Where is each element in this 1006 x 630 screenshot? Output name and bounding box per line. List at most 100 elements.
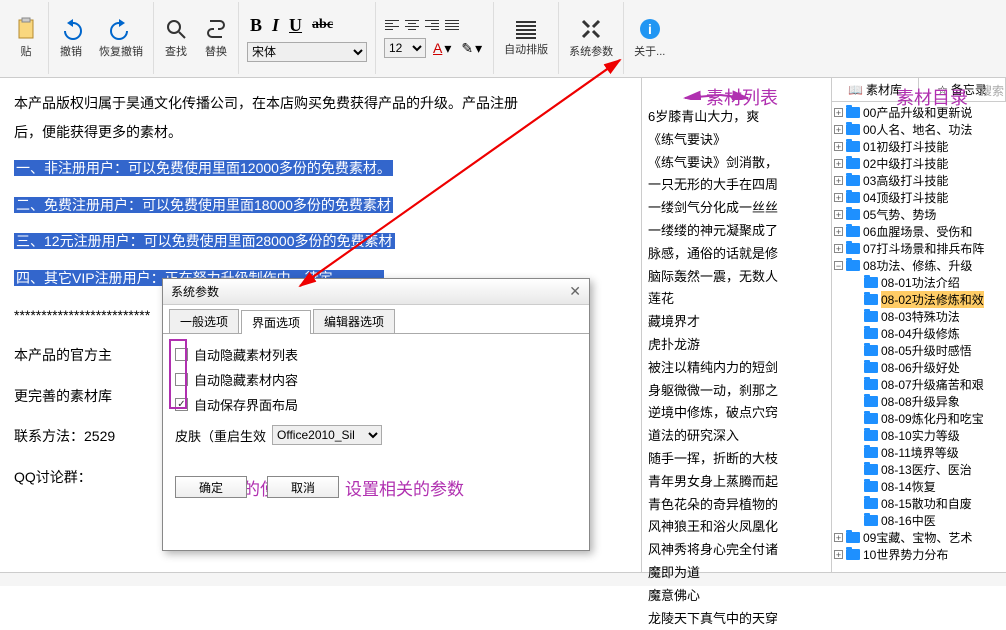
list-item[interactable]: 藏境界才	[642, 311, 831, 334]
tree-row[interactable]: +03高级打斗技能	[834, 172, 1004, 189]
list-item[interactable]: 《练气要诀》	[642, 129, 831, 152]
system-params-button[interactable]: 系统参数	[563, 15, 619, 61]
list-item[interactable]: 道法的研究深入	[642, 425, 831, 448]
tree-row[interactable]: 08-03特殊功法	[834, 308, 1004, 325]
expand-icon[interactable]: +	[834, 142, 843, 151]
list-item[interactable]: 随手一挥，折断的大枝	[642, 448, 831, 471]
list-item[interactable]: 青年男女身上蒸腾而起	[642, 471, 831, 494]
auto-layout-button[interactable]: 自动排版	[498, 17, 554, 59]
list-item[interactable]: 脑际轰然一震，无数人	[642, 266, 831, 289]
dialog-titlebar[interactable]: 系统参数 ✕	[163, 279, 589, 305]
align-justify-button[interactable]	[444, 18, 460, 32]
tree-row[interactable]: +07打斗场景和排兵布阵	[834, 240, 1004, 257]
expand-icon[interactable]: +	[834, 125, 843, 134]
font-family-select[interactable]: 宋体	[247, 42, 367, 62]
tab-general[interactable]: 一般选项	[169, 309, 239, 333]
highlight-color-button[interactable]: ✎▾	[458, 40, 485, 57]
list-item[interactable]: 青色花朵的奇异植物的	[642, 494, 831, 517]
tree-row[interactable]: 08-10实力等级	[834, 427, 1004, 444]
checkbox-hide-content[interactable]	[175, 373, 188, 386]
list-item[interactable]: 虎扑龙游	[642, 334, 831, 357]
font-size-select[interactable]: 12	[384, 38, 426, 58]
tree-row[interactable]: +10世界势力分布	[834, 546, 1004, 563]
tree-row[interactable]: 08-02功法修炼和效	[834, 291, 1004, 308]
strike-button[interactable]: abc	[309, 17, 336, 33]
list-item[interactable]: 风神狼王和浴火凤凰化	[642, 516, 831, 539]
undo-button[interactable]: 撤销	[53, 15, 89, 61]
list-item[interactable]: 脉感，通俗的话就是修	[642, 243, 831, 266]
tree-row[interactable]: 08-09炼化丹和吃宝	[834, 410, 1004, 427]
replace-button[interactable]: 替换	[198, 15, 234, 61]
list-item[interactable]: 莲花	[642, 288, 831, 311]
cancel-button[interactable]: 取消	[267, 476, 339, 498]
material-list[interactable]: 6岁膝青山大力，爽《练气要诀》《练气要诀》剑消散，一只无形的大手在四周一缕剑气分…	[642, 78, 831, 630]
tree-row[interactable]: 08-05升级时感悟	[834, 342, 1004, 359]
list-item[interactable]: 龙陵天下真气中的天穿	[642, 608, 831, 630]
paste-button[interactable]: 贴	[8, 15, 44, 61]
search-placeholder[interactable]: 搜索	[980, 82, 1004, 99]
tree-row[interactable]: +00人名、地名、功法	[834, 121, 1004, 138]
tree-row[interactable]: +09宝藏、宝物、艺术	[834, 529, 1004, 546]
list-item[interactable]: 被注以精纯内力的短剑	[642, 357, 831, 380]
tree-row[interactable]: 08-06升级好处	[834, 359, 1004, 376]
about-button[interactable]: i 关于...	[628, 15, 671, 61]
expand-icon[interactable]: +	[834, 244, 843, 253]
tree-label: 08-16中医	[881, 512, 936, 529]
tab-interface[interactable]: 界面选项	[241, 310, 311, 334]
list-item[interactable]: 《练气要诀》剑消散，	[642, 152, 831, 175]
expand-icon[interactable]: +	[834, 193, 843, 202]
material-tree[interactable]: +00产品升级和更新说+00人名、地名、功法+01初级打斗技能+02中级打斗技能…	[832, 102, 1006, 572]
list-item[interactable]: 一缕缕的神元凝聚成了	[642, 220, 831, 243]
align-center-button[interactable]	[404, 18, 420, 32]
expand-icon[interactable]: +	[834, 227, 843, 236]
tree-row[interactable]: 08-04升级修炼	[834, 325, 1004, 342]
checkbox-save-layout[interactable]: ✓	[175, 398, 188, 411]
list-item[interactable]: 身躯微微一动，刹那之	[642, 380, 831, 403]
tree-row[interactable]: 08-14恢复	[834, 478, 1004, 495]
folder-icon	[864, 481, 878, 492]
tree-label: 03高级打斗技能	[863, 172, 948, 189]
expand-icon[interactable]: +	[834, 176, 843, 185]
tree-row[interactable]: +05气势、势场	[834, 206, 1004, 223]
list-item[interactable]: 魔即为道	[642, 562, 831, 585]
tree-row[interactable]: 08-07升级痛苦和艰	[834, 376, 1004, 393]
font-color-button[interactable]: A▾	[430, 40, 454, 57]
expand-icon[interactable]: +	[834, 159, 843, 168]
tree-label: 08-09炼化丹和吃宝	[881, 410, 984, 427]
tree-row[interactable]: +02中级打斗技能	[834, 155, 1004, 172]
tab-editor[interactable]: 编辑器选项	[313, 309, 395, 333]
list-item[interactable]: 一只无形的大手在四周	[642, 174, 831, 197]
expand-icon[interactable]: −	[834, 261, 843, 270]
tree-row[interactable]: 08-08升级异象	[834, 393, 1004, 410]
italic-button[interactable]: I	[269, 15, 282, 36]
list-item[interactable]: 风神秀将身心完全付诸	[642, 539, 831, 562]
expand-icon[interactable]: +	[834, 550, 843, 559]
underline-button[interactable]: U	[286, 15, 305, 36]
expand-icon[interactable]: +	[834, 210, 843, 219]
find-button[interactable]: 查找	[158, 15, 194, 61]
ok-button[interactable]: 确定	[175, 476, 247, 498]
align-right-button[interactable]	[424, 18, 440, 32]
bold-button[interactable]: B	[247, 15, 265, 36]
tree-row[interactable]: 08-15散功和自废	[834, 495, 1004, 512]
list-item[interactable]: 魔意佛心	[642, 585, 831, 608]
skin-select[interactable]: Office2010_Sil	[272, 425, 382, 445]
tree-row[interactable]: −08功法、修练、升级	[834, 257, 1004, 274]
tree-label: 08-06升级好处	[881, 359, 960, 376]
tree-row[interactable]: 08-16中医	[834, 512, 1004, 529]
expand-icon[interactable]: +	[834, 533, 843, 542]
tree-row[interactable]: +01初级打斗技能	[834, 138, 1004, 155]
list-item[interactable]: 逆境中修炼，破点穴窍	[642, 402, 831, 425]
checkbox-hide-list[interactable]	[175, 348, 188, 361]
tree-row[interactable]: +04顶级打斗技能	[834, 189, 1004, 206]
tree-row[interactable]: 08-13医疗、医治	[834, 461, 1004, 478]
tree-row[interactable]: +06血腥场景、受伤和	[834, 223, 1004, 240]
list-item[interactable]: 一缕剑气分化成一丝丝	[642, 197, 831, 220]
expand-icon[interactable]: +	[834, 108, 843, 117]
align-left-button[interactable]	[384, 18, 400, 32]
close-icon[interactable]: ✕	[569, 283, 581, 300]
redo-button[interactable]: 恢复撤销	[93, 15, 149, 61]
folder-icon	[864, 413, 878, 424]
tree-row[interactable]: 08-11境界等级	[834, 444, 1004, 461]
tree-row[interactable]: 08-01功法介绍	[834, 274, 1004, 291]
